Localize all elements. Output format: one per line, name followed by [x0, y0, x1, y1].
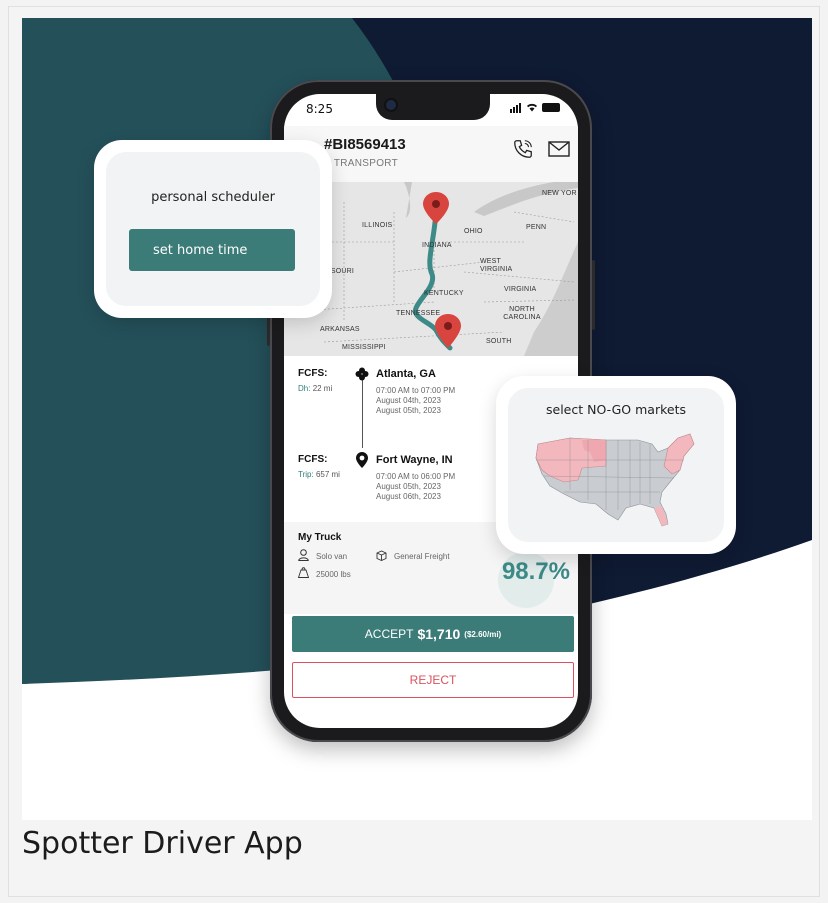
map-label: MISSISSIPPI	[342, 344, 386, 351]
accept-button[interactable]: ACCEPT $1,710 ($2.60/mi)	[292, 616, 574, 652]
map-label: PENN	[526, 224, 547, 231]
status-time: 8:25	[306, 102, 333, 116]
mail-icon[interactable]	[548, 140, 570, 158]
battery-icon	[542, 103, 560, 112]
map-label: SOUTH	[486, 338, 512, 345]
clover-icon	[355, 367, 369, 381]
stop-times: 07:00 AM to 07:00 PM August 04th, 2023 A…	[376, 386, 456, 415]
nogo-card: select NO-GO markets	[496, 376, 736, 554]
status-icons	[510, 102, 560, 113]
match-score: 98.7%	[501, 558, 570, 585]
map-label: VIRGINIA	[504, 286, 537, 293]
wifi-icon	[527, 103, 537, 112]
set-home-time-button[interactable]: set home time	[129, 229, 295, 271]
map-label: INDIANA	[422, 242, 452, 249]
map-label: ARKANSAS	[320, 326, 360, 333]
caption: Spotter Driver App	[22, 826, 303, 861]
freight-type: General Freight	[394, 552, 450, 561]
person-icon	[298, 549, 309, 561]
reject-button[interactable]: REJECT	[292, 662, 574, 698]
scheduler-card: personal scheduler set home time	[94, 140, 332, 318]
signal-icon	[510, 102, 522, 113]
map-label: WEST VIRGINIA	[480, 258, 513, 273]
load-id: #BI8569413	[324, 136, 406, 153]
map-label: OHIO	[464, 228, 483, 235]
stop-times: 07:00 AM to 06:00 PM August 05th, 2023 A…	[376, 472, 456, 501]
scheduler-title: personal scheduler	[151, 190, 275, 205]
map-label: NORTH CAROLINA	[503, 306, 541, 321]
phone-icon[interactable]	[512, 138, 534, 160]
map-label: NEW YOR	[542, 190, 577, 197]
nogo-title: select NO-GO markets	[546, 402, 686, 417]
carrier-name: S TRANSPORT	[324, 158, 399, 169]
notch	[376, 94, 490, 120]
weight-icon	[298, 567, 309, 578]
box-icon	[376, 550, 387, 561]
stop-connector	[362, 376, 363, 448]
truck-type: Solo van	[316, 552, 348, 561]
map-label: ILLINOIS	[362, 222, 393, 229]
deadhead-metric: Dh: 22 mi	[298, 384, 333, 393]
truck-weight: 25000 lbs	[316, 570, 351, 579]
trip-metric: Trip: 657 mi	[298, 470, 340, 479]
stop-type: FCFS:	[298, 368, 328, 379]
truck-title: My Truck	[298, 532, 342, 543]
stop-city: Fort Wayne, IN	[376, 454, 453, 466]
map-label: TENNESSEE	[396, 310, 441, 317]
stop-city: Atlanta, GA	[376, 368, 436, 380]
location-pin-icon	[356, 452, 368, 468]
stop-type: FCFS:	[298, 454, 328, 465]
us-markets-map[interactable]	[534, 430, 700, 530]
map-label: KENTUCKY	[424, 290, 464, 297]
